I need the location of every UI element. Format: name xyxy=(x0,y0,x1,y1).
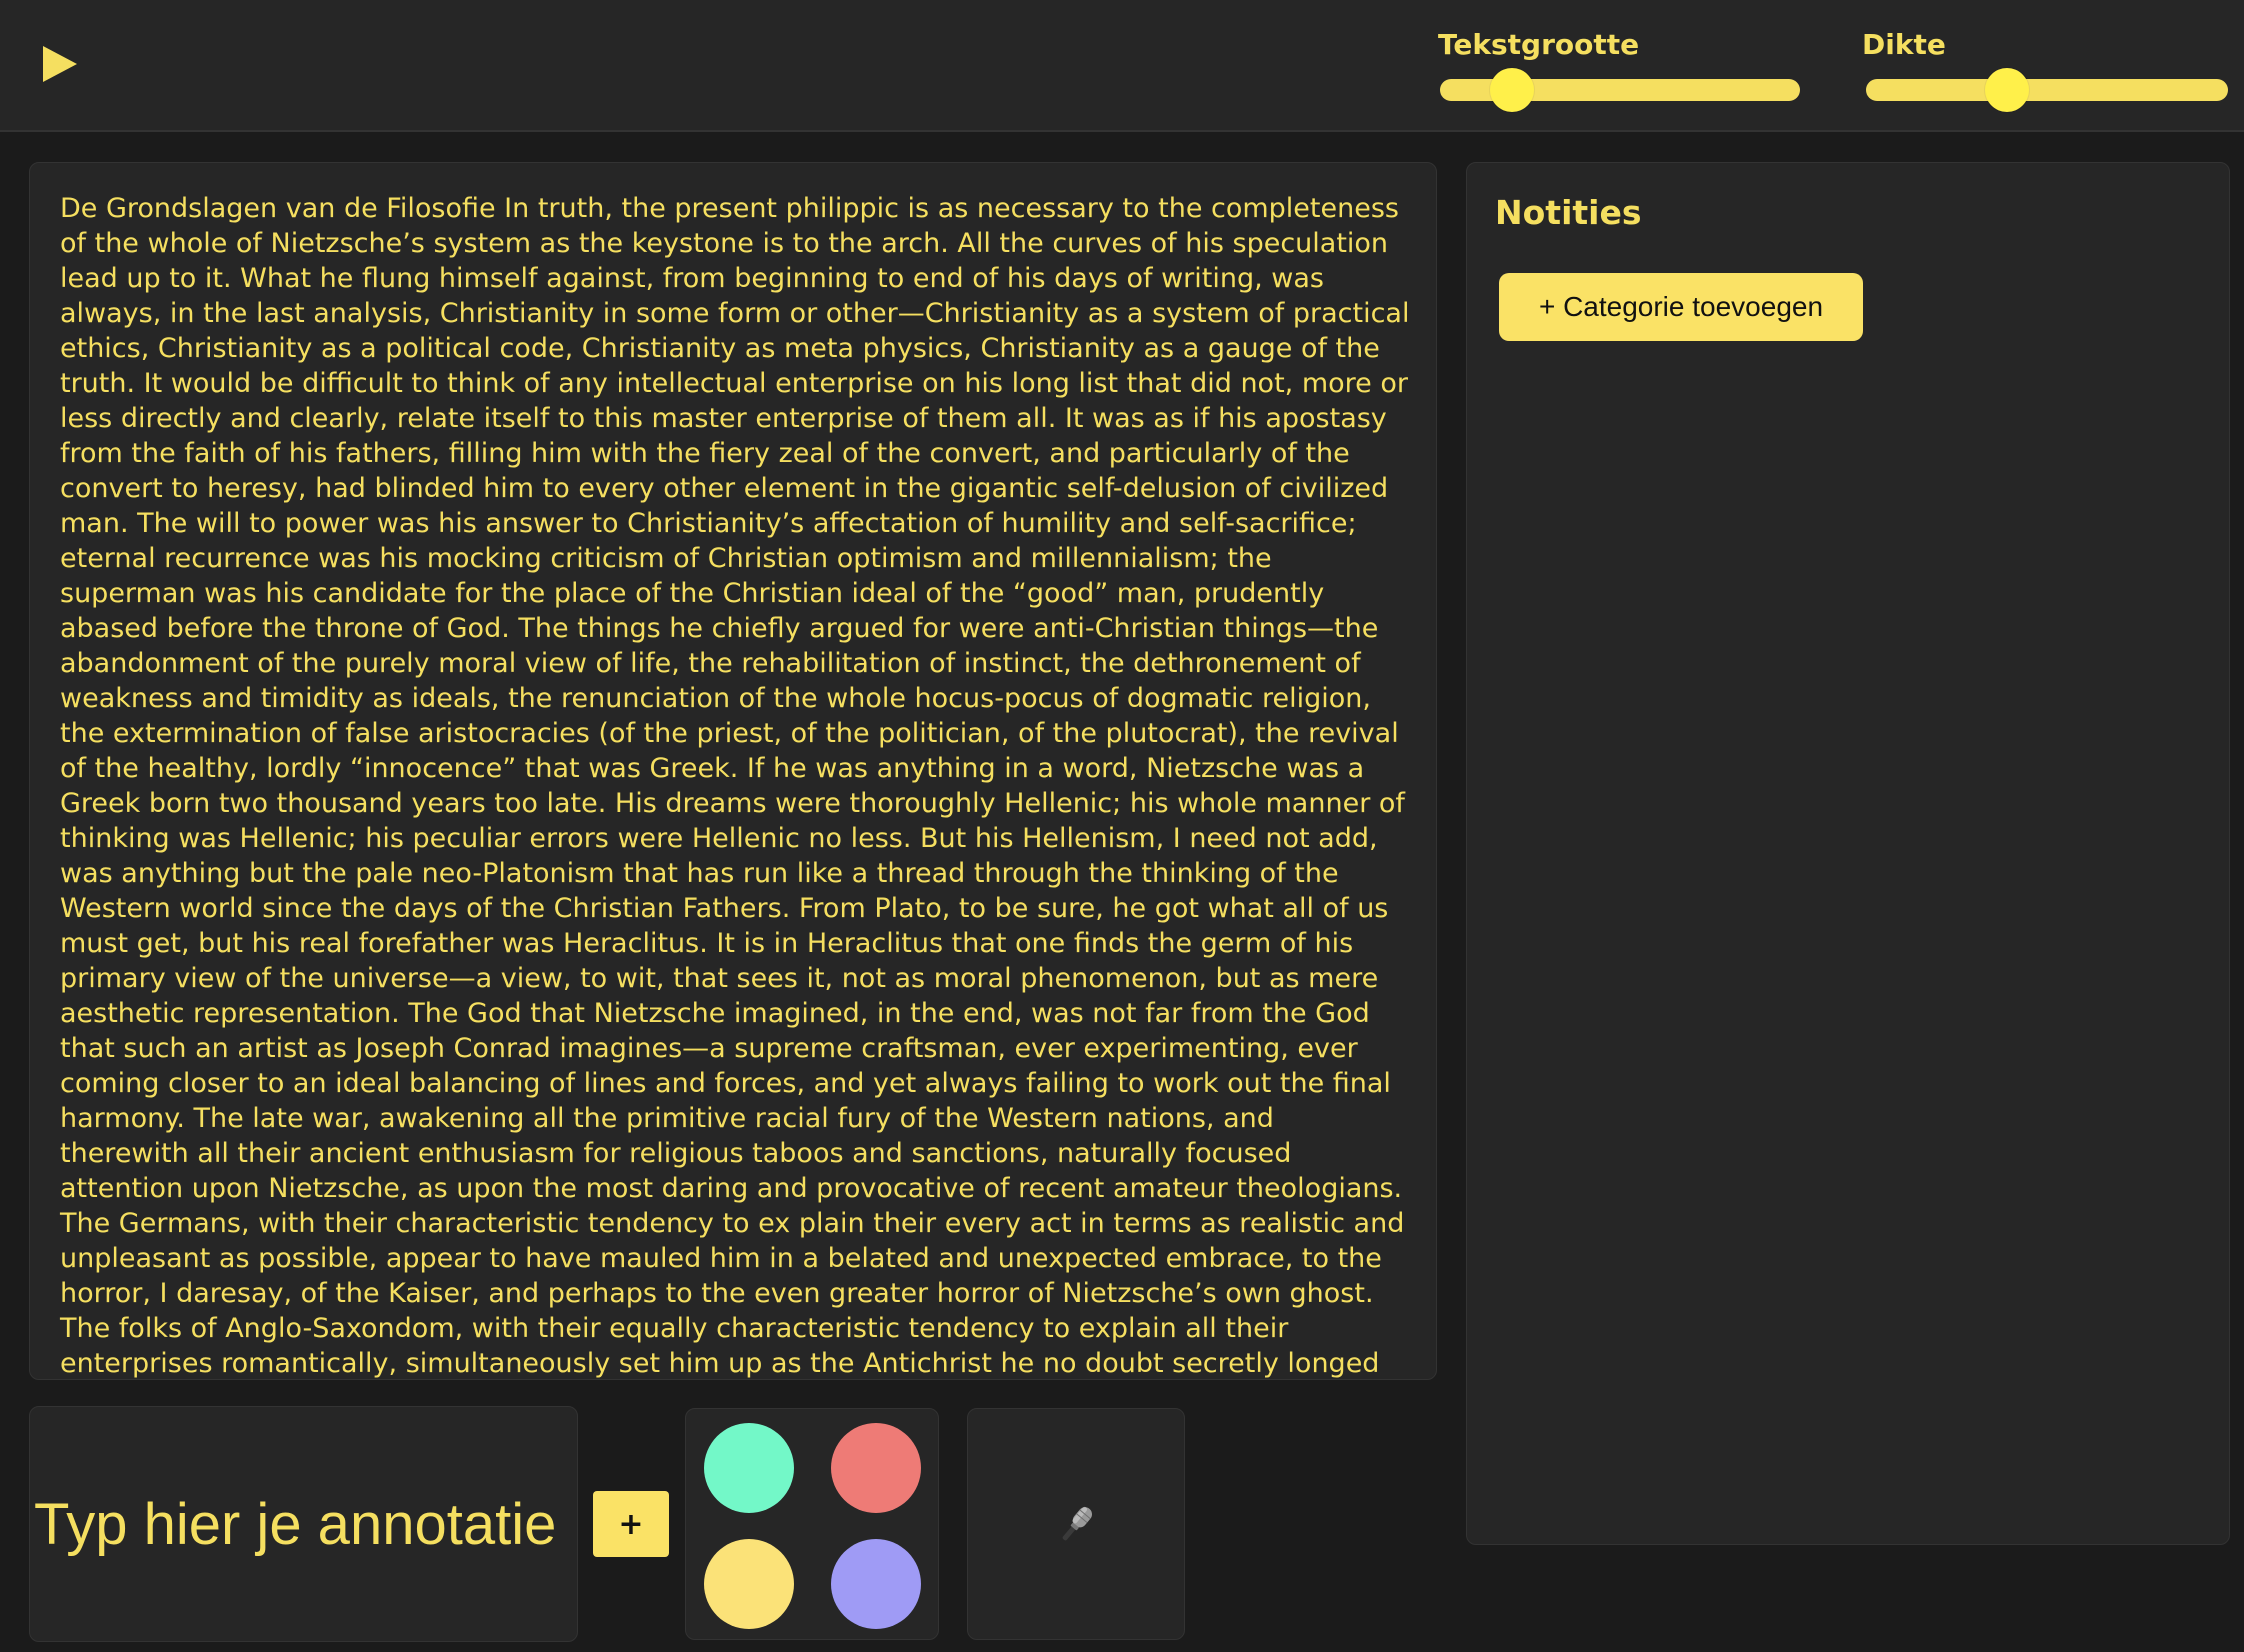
weight-slider-thumb[interactable] xyxy=(1985,68,2030,112)
top-toolbar: Tekstgrootte Dikte xyxy=(0,0,2244,132)
add-annotation-button[interactable]: + xyxy=(593,1491,669,1557)
weight-slider[interactable] xyxy=(1866,68,2228,112)
text-size-slider-thumb[interactable] xyxy=(1490,68,1534,112)
weight-label: Dikte xyxy=(1862,28,1946,61)
color-picker xyxy=(685,1408,939,1640)
text-size-slider[interactable] xyxy=(1440,68,1800,112)
color-swatch-mint[interactable] xyxy=(704,1423,794,1513)
add-category-button[interactable]: + Categorie toevoegen xyxy=(1499,273,1863,341)
record-button[interactable] xyxy=(967,1408,1185,1640)
play-icon xyxy=(43,46,77,82)
annotation-input-box xyxy=(29,1406,578,1642)
text-size-label: Tekstgrootte xyxy=(1438,28,1640,61)
notes-panel: Notities + Categorie toevoegen xyxy=(1466,162,2230,1545)
color-swatch-yellow[interactable] xyxy=(704,1539,794,1629)
play-button[interactable] xyxy=(40,44,80,84)
reading-pane[interactable]: De Grondslagen van de Filosofie In truth… xyxy=(29,162,1437,1380)
notes-title: Notities xyxy=(1495,193,1642,232)
weight-control: Dikte xyxy=(1862,28,2228,112)
color-swatch-purple[interactable] xyxy=(831,1539,921,1629)
annotation-input[interactable] xyxy=(30,1407,577,1641)
reading-text[interactable]: De Grondslagen van de Filosofie In truth… xyxy=(60,191,1410,1379)
text-size-control: Tekstgrootte xyxy=(1438,28,1800,112)
color-swatch-red[interactable] xyxy=(831,1423,921,1513)
microphone-icon xyxy=(1052,1501,1100,1549)
